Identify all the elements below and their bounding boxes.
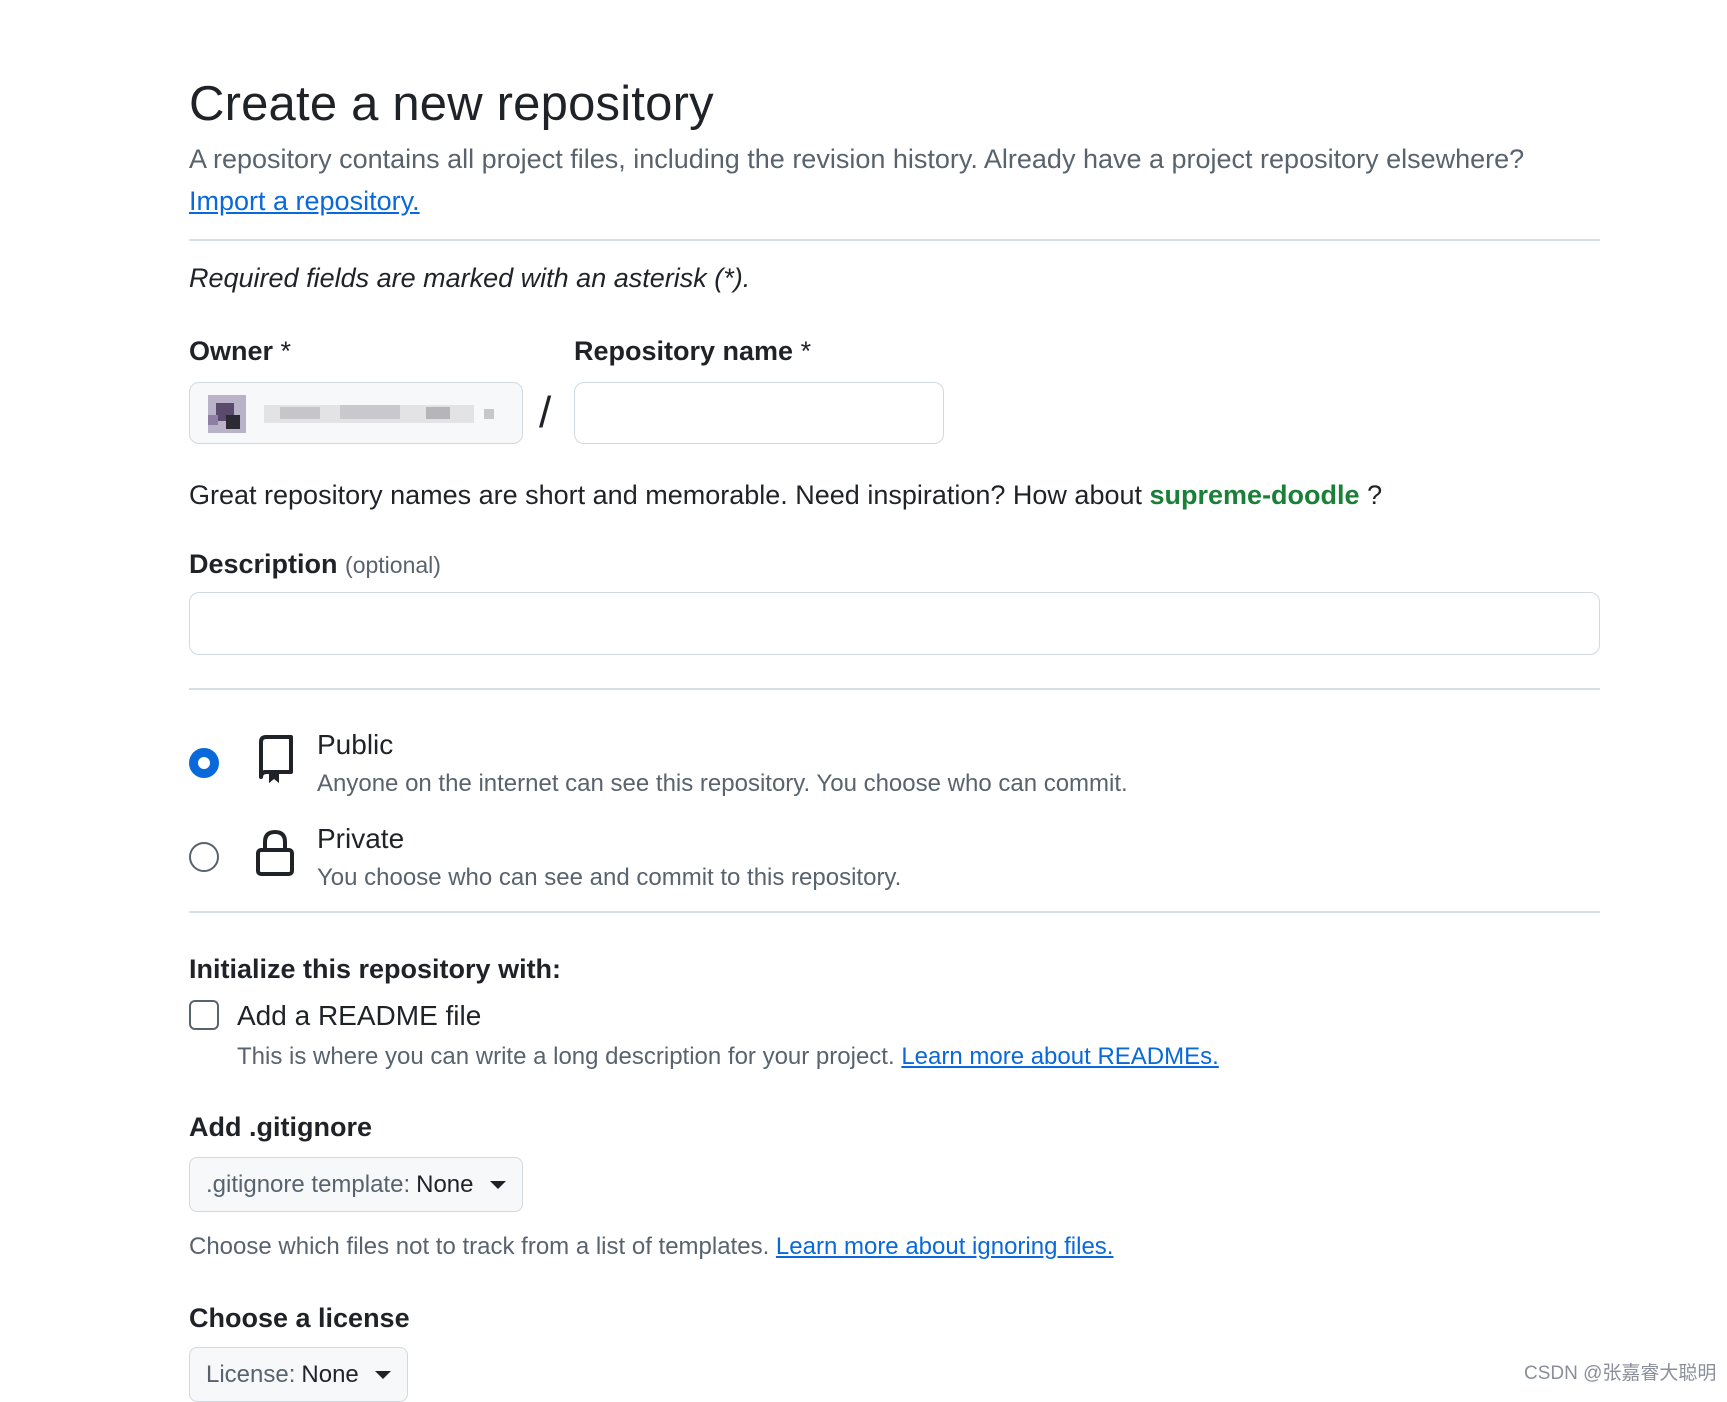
name-suggestion[interactable]: supreme-doodle bbox=[1150, 480, 1360, 510]
license-button-value: None bbox=[301, 1360, 359, 1388]
public-description: Anyone on the internet can see this repo… bbox=[317, 770, 1128, 797]
private-description: You choose who can see and commit to thi… bbox=[317, 864, 902, 891]
owner-required-mark: * bbox=[280, 336, 292, 366]
lock-icon bbox=[255, 828, 295, 883]
optional-tag: (optional) bbox=[345, 552, 441, 578]
owner-repo-separator: / bbox=[539, 388, 552, 437]
repo-name-input[interactable] bbox=[575, 383, 943, 443]
page-subtitle: A repository contains all project files,… bbox=[189, 144, 1525, 174]
repo-name-hint-suffix: ? bbox=[1367, 480, 1383, 510]
import-repository-link[interactable]: Import a repository. bbox=[189, 186, 420, 217]
gitignore-note: Choose which files not to track from a l… bbox=[189, 1233, 1113, 1261]
initialize-heading: Initialize this repository with: bbox=[189, 954, 562, 984]
gitignore-note-text: Choose which files not to track from a l… bbox=[189, 1233, 770, 1260]
description-field bbox=[189, 592, 1600, 655]
readme-description: This is where you can write a long descr… bbox=[237, 1043, 1219, 1071]
gitignore-template-button[interactable]: .gitignore template: None bbox=[189, 1157, 523, 1212]
learn-more-readmes-link[interactable]: Learn more about READMEs. bbox=[901, 1043, 1218, 1070]
page-title: Create a new repository bbox=[189, 77, 714, 131]
readme-label[interactable]: Add a README file bbox=[237, 1000, 481, 1032]
description-label-text: Description bbox=[189, 549, 338, 579]
repo-name-hint: Great repository names are short and mem… bbox=[189, 480, 1382, 511]
public-title: Public bbox=[317, 729, 394, 760]
owner-select[interactable] bbox=[189, 382, 523, 444]
readme-description-text: This is where you can write a long descr… bbox=[237, 1043, 895, 1070]
caret-down-icon bbox=[374, 1370, 391, 1379]
repo-name-hint-text: Great repository names are short and mem… bbox=[189, 480, 1142, 510]
repo-name-required-mark: * bbox=[800, 336, 812, 366]
required-fields-note: Required fields are marked with an aster… bbox=[189, 263, 751, 293]
license-heading: Choose a license bbox=[189, 1303, 410, 1333]
description-input[interactable] bbox=[190, 593, 1599, 654]
private-title: Private bbox=[317, 823, 405, 854]
divider bbox=[189, 688, 1600, 690]
repo-name-label: Repository name * bbox=[574, 336, 811, 367]
repo-icon bbox=[255, 734, 295, 789]
license-button[interactable]: License: None bbox=[189, 1347, 408, 1402]
learn-more-ignoring-files-link[interactable]: Learn more about ignoring files. bbox=[776, 1233, 1114, 1260]
gitignore-button-prefix: .gitignore template: bbox=[206, 1170, 411, 1198]
license-button-prefix: License: bbox=[206, 1360, 296, 1388]
gitignore-button-value: None bbox=[416, 1170, 474, 1198]
owner-label-text: Owner bbox=[189, 336, 274, 366]
repo-name-field bbox=[574, 382, 944, 444]
divider bbox=[189, 239, 1600, 241]
private-radio[interactable] bbox=[189, 842, 219, 872]
gitignore-heading: Add .gitignore bbox=[189, 1112, 372, 1142]
repo-name-label-text: Repository name bbox=[574, 336, 794, 366]
divider bbox=[189, 911, 1600, 913]
watermark: CSDN @张嘉睿大聪明 bbox=[1524, 1363, 1717, 1384]
readme-checkbox[interactable] bbox=[189, 1000, 219, 1030]
description-label: Description (optional) bbox=[189, 549, 441, 580]
caret-down-icon bbox=[489, 1180, 506, 1189]
owner-label: Owner * bbox=[189, 336, 291, 367]
public-radio[interactable] bbox=[189, 748, 219, 778]
